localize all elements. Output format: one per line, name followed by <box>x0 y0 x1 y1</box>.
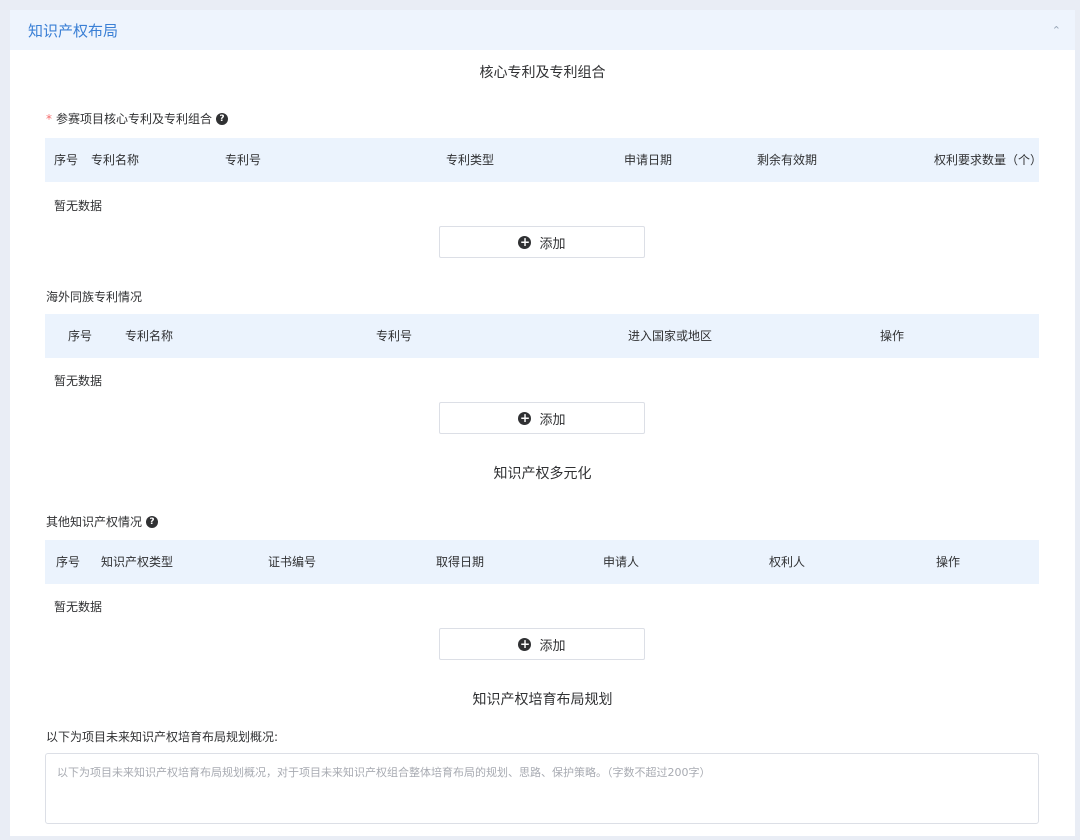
column-header: 专利名称 <box>91 153 140 167</box>
column-header: 专利类型 <box>446 153 495 167</box>
column-header: 序号 <box>56 555 81 569</box>
column-header: 序号 <box>68 329 93 343</box>
other-ip-label-text: 其他知识产权情况 <box>46 515 143 529</box>
required-mark: * <box>46 111 52 126</box>
column-header: 权利要求数量（个） <box>934 153 1043 167</box>
column-header: 专利名称 <box>125 329 174 343</box>
column-header: 剩余有效期 <box>757 153 818 167</box>
column-header: 证书编号 <box>268 555 317 569</box>
core-patent-table-header: 序号 专利名称 专利号 专利类型 申请日期 剩余有效期 权利要求数量（个） <box>45 138 1043 182</box>
column-header: 取得日期 <box>436 555 485 569</box>
planning-label-text: 以下为项目未来知识产权培育布局规划概况: <box>46 730 279 744</box>
core-patent-empty-text: 暂无数据 <box>54 199 103 213</box>
core-patent-section-title: 核心专利及专利组合 <box>479 65 606 81</box>
column-header: 权利人 <box>769 555 806 569</box>
overseas-patent-label-text: 海外同族专利情况 <box>46 290 143 304</box>
column-header: 操作 <box>936 555 961 569</box>
column-header: 申请人 <box>603 555 640 569</box>
overseas-patent-field-label: 海外同族专利情况 <box>46 288 142 305</box>
chevron-up-icon[interactable]: ⌃ <box>1052 24 1061 37</box>
add-button-label: 添加 <box>539 638 566 654</box>
planning-field-label: 以下为项目未来知识产权培育布局规划概况: <box>46 728 278 745</box>
column-header: 专利号 <box>376 329 413 343</box>
add-button-label: 添加 <box>539 412 566 428</box>
core-patent-add-button[interactable]: + 添加 <box>439 226 645 258</box>
overseas-patent-table-header: 序号 专利名称 专利号 进入国家或地区 操作 <box>45 314 1039 358</box>
planning-textarea[interactable] <box>45 753 1039 824</box>
add-button-label: 添加 <box>539 236 566 252</box>
panel-header[interactable]: 知识产权布局 ⌃ <box>10 10 1075 50</box>
panel-title: 知识产权布局 <box>28 21 119 40</box>
column-header: 操作 <box>880 329 905 343</box>
plus-circle-icon: + <box>518 636 532 651</box>
other-ip-table-header: 序号 知识产权类型 证书编号 取得日期 申请人 权利人 操作 <box>45 540 1039 584</box>
other-ip-add-button[interactable]: + 添加 <box>439 628 645 660</box>
core-patent-field-label: * 参赛项目核心专利及专利组合 ? <box>46 110 229 127</box>
other-ip-field-label: 其他知识产权情况 ? <box>46 513 159 530</box>
overseas-patent-add-button[interactable]: + 添加 <box>439 402 645 434</box>
column-header: 知识产权类型 <box>101 555 174 569</box>
ip-layout-panel: 知识产权布局 ⌃ 核心专利及专利组合 * 参赛项目核心专利及专利组合 ? 序号 … <box>10 10 1075 836</box>
diversification-section-title: 知识产权多元化 <box>493 466 592 482</box>
column-header: 申请日期 <box>624 153 673 167</box>
column-header: 专利号 <box>225 153 262 167</box>
planning-section-title: 知识产权培育布局规划 <box>472 692 613 708</box>
question-icon[interactable]: ? <box>146 515 159 528</box>
other-ip-empty-text: 暂无数据 <box>54 600 103 614</box>
question-icon[interactable]: ? <box>216 112 229 125</box>
plus-circle-icon: + <box>518 234 532 249</box>
core-patent-label-text: 参赛项目核心专利及专利组合 <box>56 112 213 126</box>
overseas-patent-empty-text: 暂无数据 <box>54 374 103 388</box>
column-header: 进入国家或地区 <box>628 329 713 343</box>
plus-circle-icon: + <box>518 410 532 425</box>
column-header: 序号 <box>54 153 79 167</box>
